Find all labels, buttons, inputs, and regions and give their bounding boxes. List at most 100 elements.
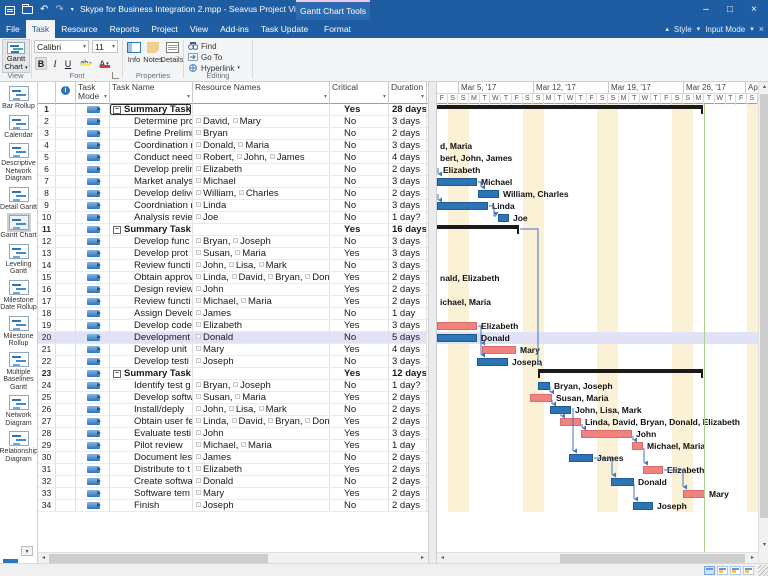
indicators-cell[interactable]: [56, 416, 76, 427]
critical-cell[interactable]: No: [330, 128, 389, 139]
column-header-info[interactable]: i: [56, 82, 76, 104]
duration-cell[interactable]: 1 day: [389, 308, 427, 319]
table-row[interactable]: 11−Summary Task 1Yes16 days: [38, 224, 428, 236]
row-number-cell[interactable]: 9: [38, 200, 56, 211]
task-mode-cell[interactable]: [76, 380, 110, 391]
task-name-cell[interactable]: Develop testi: [110, 356, 193, 367]
critical-cell[interactable]: Yes: [330, 296, 389, 307]
table-row[interactable]: 5Conduct needs arRobert, John, JamesNo4 …: [38, 152, 428, 164]
task-name-cell[interactable]: Determine proje: [110, 116, 193, 127]
filter-dropdown-icon[interactable]: ▾: [104, 93, 107, 102]
task-name-cell[interactable]: Develop softw: [110, 392, 193, 403]
duration-cell[interactable]: 3 days: [389, 140, 427, 151]
sidebar-item-multiple-baselines-gantt[interactable]: Multiple Baselines Gantt: [0, 352, 37, 392]
duration-cell[interactable]: 2 days: [389, 164, 427, 175]
task-mode-cell[interactable]: [76, 488, 110, 499]
italic-button[interactable]: I: [49, 57, 61, 70]
input-mode-button[interactable]: Input Mode: [705, 25, 745, 34]
vertical-scrollbar-thumb[interactable]: [760, 94, 768, 518]
minimize-button[interactable]: –: [694, 0, 718, 18]
task-mode-cell[interactable]: [76, 368, 110, 379]
row-number-cell[interactable]: 4: [38, 140, 56, 151]
open-icon[interactable]: [22, 6, 33, 14]
table-row[interactable]: 12Develop funcBryan, JosephNo3 days: [38, 236, 428, 248]
resource-names-cell[interactable]: Susan, Maria: [193, 392, 330, 403]
row-number-cell[interactable]: 22: [38, 356, 56, 367]
indicators-cell[interactable]: [56, 332, 76, 343]
notes-button[interactable]: Notes: [144, 40, 162, 72]
table-row[interactable]: 17Review functiMichael, MariaYes2 days: [38, 296, 428, 308]
duration-cell[interactable]: 2 days: [389, 128, 427, 139]
duration-cell[interactable]: 3 days: [389, 260, 427, 271]
task-mode-cell[interactable]: [76, 464, 110, 475]
critical-cell[interactable]: No: [330, 308, 389, 319]
row-number-cell[interactable]: 18: [38, 308, 56, 319]
scroll-down-icon[interactable]: ▾: [759, 540, 768, 551]
resource-names-cell[interactable]: James: [193, 452, 330, 463]
highlight-color-button[interactable]: ab ▾: [78, 57, 94, 70]
task-name-cell[interactable]: Software tem: [110, 488, 193, 499]
collapse-icon[interactable]: −: [113, 370, 121, 378]
row-number-cell[interactable]: 24: [38, 380, 56, 391]
resource-names-cell[interactable]: [193, 224, 330, 235]
resource-names-cell[interactable]: John: [193, 284, 330, 295]
task-name-cell[interactable]: Assign Develo: [110, 308, 193, 319]
details-button[interactable]: Details: [163, 40, 181, 72]
task-mode-cell[interactable]: [76, 272, 110, 283]
row-number-cell[interactable]: 33: [38, 488, 56, 499]
critical-cell[interactable]: No: [330, 452, 389, 463]
duration-cell[interactable]: 3 days: [389, 236, 427, 247]
duration-cell[interactable]: 1 day?: [389, 212, 427, 223]
row-number-cell[interactable]: 21: [38, 344, 56, 355]
resource-names-cell[interactable]: [193, 104, 330, 115]
sidebar-item-leveling-gantt[interactable]: Leveling Gantt: [0, 244, 37, 276]
tab-format[interactable]: Format: [318, 20, 357, 38]
table-row[interactable]: 16Design reviewJohnYes2 days: [38, 284, 428, 296]
sidebar-item-bar-rollup[interactable]: Bar Rollup: [0, 86, 37, 111]
critical-cell[interactable]: Yes: [330, 104, 389, 115]
task-name-cell[interactable]: −Summary Task 1: [110, 368, 193, 379]
resource-names-cell[interactable]: Donald: [193, 332, 330, 343]
input-mode-dropdown-icon[interactable]: ▾: [750, 25, 754, 33]
column-header-dur[interactable]: Duration▾: [389, 82, 427, 104]
chart-horizontal-scrollbar[interactable]: ◂ ▸: [437, 552, 758, 563]
indicators-cell[interactable]: [56, 152, 76, 163]
scroll-right-icon[interactable]: ▸: [747, 553, 758, 563]
style-dropdown-icon[interactable]: ▾: [697, 25, 701, 33]
resource-names-cell[interactable]: Elizabeth: [193, 320, 330, 331]
table-row[interactable]: 13Develop protSusan, MariaYes3 days: [38, 248, 428, 260]
duration-cell[interactable]: 16 days: [389, 224, 427, 235]
tab-task-update[interactable]: Task Update: [255, 20, 314, 38]
resource-names-cell[interactable]: Mary: [193, 344, 330, 355]
indicators-cell[interactable]: [56, 128, 76, 139]
task-usage-view-icon[interactable]: [717, 566, 728, 575]
resource-names-cell[interactable]: Mary: [193, 488, 330, 499]
task-name-cell[interactable]: Develop prelimin: [110, 164, 193, 175]
qat-customize-icon[interactable]: ▾: [71, 4, 74, 16]
row-number-cell[interactable]: 20: [38, 332, 56, 343]
task-mode-cell[interactable]: [76, 452, 110, 463]
critical-cell[interactable]: Yes: [330, 464, 389, 475]
indicators-cell[interactable]: [56, 404, 76, 415]
task-mode-cell[interactable]: [76, 344, 110, 355]
sidebar-item-descriptive-network-diagram[interactable]: Descriptive Network Diagram: [0, 143, 37, 183]
task-mode-cell[interactable]: [76, 428, 110, 439]
team-planner-view-icon[interactable]: [730, 566, 741, 575]
indicators-cell[interactable]: [56, 236, 76, 247]
task-mode-cell[interactable]: [76, 128, 110, 139]
duration-cell[interactable]: 2 days: [389, 416, 427, 427]
task-bar[interactable]: [478, 190, 499, 198]
duration-cell[interactable]: 2 days: [389, 272, 427, 283]
indicators-cell[interactable]: [56, 272, 76, 283]
tab-view[interactable]: View: [184, 20, 214, 38]
duration-cell[interactable]: 3 days: [389, 320, 427, 331]
resource-names-cell[interactable]: William, Charles: [193, 188, 330, 199]
indicators-cell[interactable]: [56, 188, 76, 199]
table-row[interactable]: 8Develop deliveryWilliam, CharlesNo2 day…: [38, 188, 428, 200]
duration-cell[interactable]: 2 days: [389, 476, 427, 487]
gantt-chart-view-button[interactable]: GanttChart ▾: [2, 39, 30, 73]
maximize-button[interactable]: □: [718, 0, 742, 18]
task-mode-cell[interactable]: [76, 260, 110, 271]
resource-names-cell[interactable]: Donald: [193, 476, 330, 487]
indicators-cell[interactable]: [56, 320, 76, 331]
